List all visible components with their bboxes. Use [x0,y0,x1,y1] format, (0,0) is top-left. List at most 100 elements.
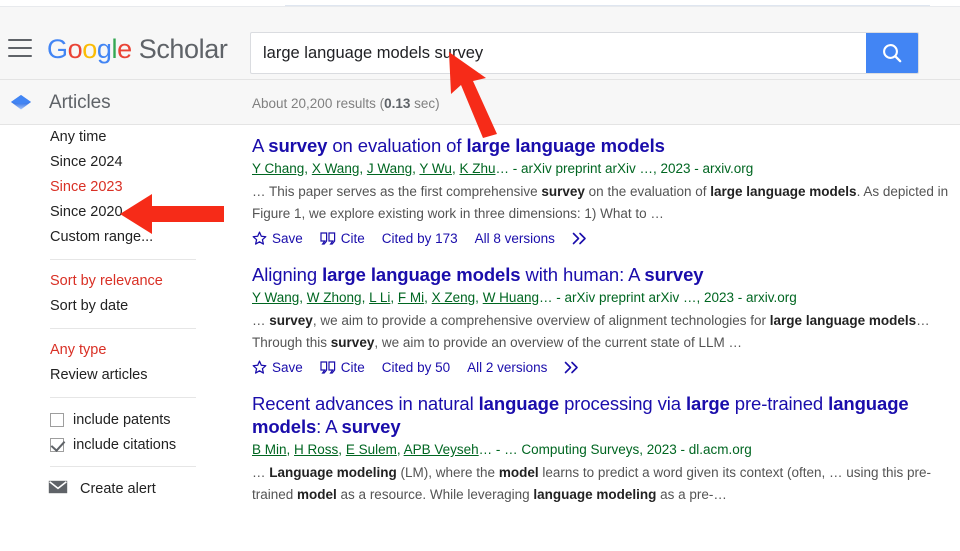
result-snippet-part-0: … This paper serves as the first compreh… [252,184,542,199]
result-snippet-part-5: survey [330,334,375,350]
save-button[interactable]: Save [252,360,303,375]
time-filter-item-1[interactable]: Since 2024 [0,150,245,175]
author-link[interactable]: Y Wang [252,290,299,305]
result-snippet-part-2: , we aim to provide a comprehensive over… [312,313,770,328]
cite-button[interactable]: Cite [320,231,365,246]
save-button-label: Save [272,230,303,246]
result-title-part-2: processing via [559,393,686,414]
author-link[interactable]: F Mi [398,290,424,305]
author-link[interactable]: W Zhong [307,290,362,305]
result-title-link[interactable]: A survey on evaluation of large language… [252,134,952,157]
result-title-part-1: large language models [322,264,521,285]
result-title-link[interactable]: Aligning large language models with huma… [252,263,952,286]
sort-filter-item-0[interactable]: Sort by relevance [0,269,245,294]
result-title-link[interactable]: Recent advances in natural language proc… [252,392,952,438]
checkbox-label: include citations [73,436,177,453]
create-alert-button[interactable]: Create alert [0,476,245,502]
author-separator: , [359,161,367,176]
versions-link[interactable]: All 2 versions [467,360,547,375]
results-count-time: 0.13 [384,96,411,111]
cite-button-label: Cite [340,359,365,375]
author-separator: , [396,442,404,457]
google-scholar-logo[interactable]: Google Scholar [47,34,228,64]
result-snippet-part-2: (LM), where the [396,465,499,480]
type-filter-item-1[interactable]: Review articles [0,363,245,388]
result-snippet: … survey, we aim to provide a comprehens… [252,310,952,353]
logo-letter-o1: o [67,34,83,64]
result-snippet-part-3: large language models [710,184,857,199]
sidebar-divider [50,259,196,260]
author-separator: , [304,161,312,176]
checkbox-checked-icon[interactable] [50,437,64,452]
author-link[interactable]: Y Chang [252,161,304,176]
author-link[interactable]: J Wang [367,161,412,176]
result-snippet-part-6: as a resource. While leveraging [336,486,534,502]
author-separator: , [299,290,307,305]
result-source: … - arXiv preprint arXiv …, 2023 - arxiv… [538,290,797,305]
author-link[interactable]: Y Wu [419,161,452,176]
time-filter-item-3[interactable]: Since 2020 [0,200,245,225]
search-icon [880,41,904,65]
result-title-part-3: large language models [466,135,665,156]
sidebar-divider [50,466,196,467]
create-alert-label: Create alert [80,481,156,497]
logo-word-scholar: Scholar [138,34,228,64]
checkbox-label: include patents [73,411,171,428]
hamburger-menu-icon[interactable] [8,39,32,57]
result-title-part-4: pre-trained [729,393,829,414]
save-button[interactable]: Save [252,231,303,246]
time-filter-item-4[interactable]: Custom range... [0,225,245,250]
checkbox-unchecked-icon[interactable] [50,412,64,427]
time-filter-item-0[interactable]: Any time [0,125,245,150]
cite-button[interactable]: Cite [320,360,365,375]
sidebar-divider [50,328,196,329]
page-header: Google Scholar [0,7,960,80]
cited-by-link[interactable]: Cited by 173 [382,231,458,246]
author-link[interactable]: E Sulem [346,442,397,457]
quote-icon [320,360,336,374]
author-link[interactable]: X Zeng [432,290,476,305]
result-title-part-3: large [686,393,730,414]
browser-chrome-sliver [0,0,960,7]
author-separator: , [424,290,432,305]
author-link[interactable]: X Wang [312,161,360,176]
cited-by-link[interactable]: Cited by 50 [382,360,450,375]
results-count-suffix: sec) [410,96,440,111]
author-link[interactable]: H Ross [294,442,338,457]
search-bar[interactable] [250,32,919,74]
search-results-list: A survey on evaluation of large language… [252,134,952,519]
author-link[interactable]: L Li [369,290,390,305]
search-input[interactable] [251,33,866,73]
results-count-prefix: About 20,200 results ( [252,96,385,111]
author-separator: , [286,442,295,457]
more-actions-button[interactable] [564,361,587,374]
google-scholar-results-page: Google Scholar large language models sur… [0,0,960,551]
author-link[interactable]: W Huang [483,290,539,305]
result-meta: B Min, H Ross, E Sulem, APB Veyseh… - … … [252,440,952,459]
checkbox-row-0[interactable]: include patents [0,407,245,432]
sort-filter-item-1[interactable]: Sort by date [0,294,245,319]
search-result-item: A survey on evaluation of large language… [252,134,952,249]
more-actions-button[interactable] [572,232,595,245]
double-chevron-icon [564,361,582,374]
result-actions: Save Cite Cited by 173 All 8 versions [252,227,952,249]
author-link[interactable]: K Zhu [459,161,495,176]
star-icon [252,359,267,375]
time-filter-item-2[interactable]: Since 2023 [0,175,245,200]
result-title-part-0: Aligning [252,264,323,285]
author-separator: , [338,442,346,457]
checkbox-row-1[interactable]: include citations [0,432,245,457]
type-filter-group: Any type Review articles [0,338,245,388]
author-link[interactable]: APB Veyseh [404,442,479,457]
type-filter-item-0[interactable]: Any type [0,338,245,363]
quote-icon [320,231,336,245]
author-link[interactable]: B Min [252,442,287,457]
search-button[interactable] [866,33,918,73]
cited-by-link-label: Cited by 173 [381,230,458,246]
sidebar-divider [50,397,196,398]
result-title-part-1: language [478,393,560,414]
sort-filter-group: Sort by relevance Sort by date [0,269,245,319]
versions-link[interactable]: All 8 versions [475,231,555,246]
result-title-part-6: : A [316,416,342,437]
checkbox-filter-group: include patents include citations [0,407,245,457]
